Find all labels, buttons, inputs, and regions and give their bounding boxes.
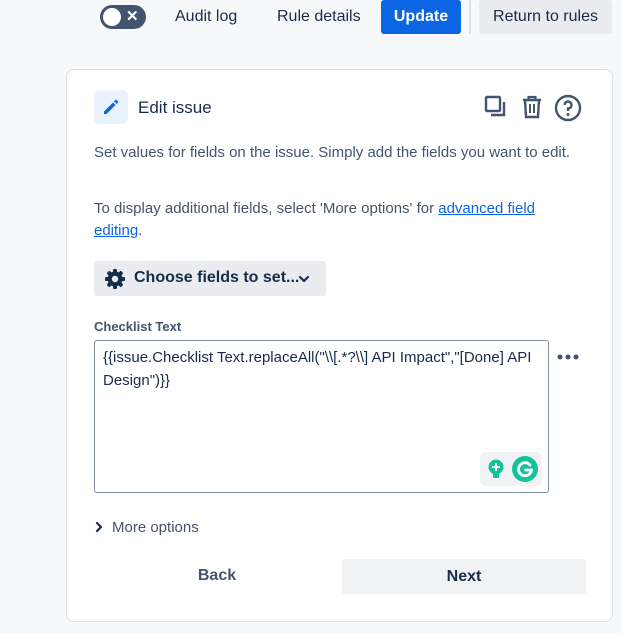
more-actions-icon[interactable] — [556, 348, 580, 366]
chevron-down-icon — [298, 272, 310, 290]
trash-icon[interactable] — [519, 94, 545, 120]
grammarly-icon — [512, 456, 538, 482]
panel-description: Set values for fields on the issue. Simp… — [94, 144, 571, 161]
rule-enabled-toggle[interactable]: ✕ — [100, 5, 146, 29]
lightbulb-icon — [486, 458, 506, 485]
next-button[interactable]: Next — [342, 559, 586, 594]
rule-details-button[interactable]: Rule details — [277, 0, 361, 34]
choose-fields-label: Choose fields to set... — [134, 269, 300, 286]
panel-title: Edit issue — [138, 98, 212, 117]
return-to-rules-button[interactable]: Return to rules — [479, 0, 612, 34]
copy-icon[interactable] — [483, 94, 509, 120]
hint-prefix: To display additional fields, select 'Mo… — [94, 200, 439, 217]
gear-icon — [104, 268, 126, 295]
grammarly-widget[interactable] — [480, 452, 542, 486]
audit-log-button[interactable]: Audit log — [175, 0, 237, 34]
checklist-text-value: {{issue.Checklist Text.replaceAll("\\[.*… — [103, 349, 532, 389]
advanced-editing-hint: To display additional fields, select 'Mo… — [94, 198, 574, 242]
choose-fields-button[interactable]: Choose fields to set... — [94, 261, 326, 296]
toggle-knob — [103, 8, 121, 26]
edit-issue-panel: Edit issue Set values for fields on the … — [66, 69, 613, 622]
checklist-text-field[interactable]: {{issue.Checklist Text.replaceAll("\\[.*… — [94, 340, 549, 493]
update-button[interactable]: Update — [381, 0, 461, 34]
toggle-off-icon: ✕ — [126, 8, 139, 25]
top-toolbar: ✕ Audit log Rule details Update Return t… — [0, 0, 622, 40]
pencil-icon — [94, 90, 128, 124]
chevron-right-icon — [94, 520, 104, 537]
back-button[interactable]: Back — [147, 558, 287, 594]
help-icon[interactable] — [554, 94, 582, 122]
more-options-label: More options — [112, 519, 199, 536]
more-options-toggle[interactable]: More options — [94, 519, 199, 537]
toolbar-divider — [469, 0, 471, 34]
checklist-text-label: Checklist Text — [94, 319, 182, 334]
hint-suffix: . — [138, 222, 143, 239]
